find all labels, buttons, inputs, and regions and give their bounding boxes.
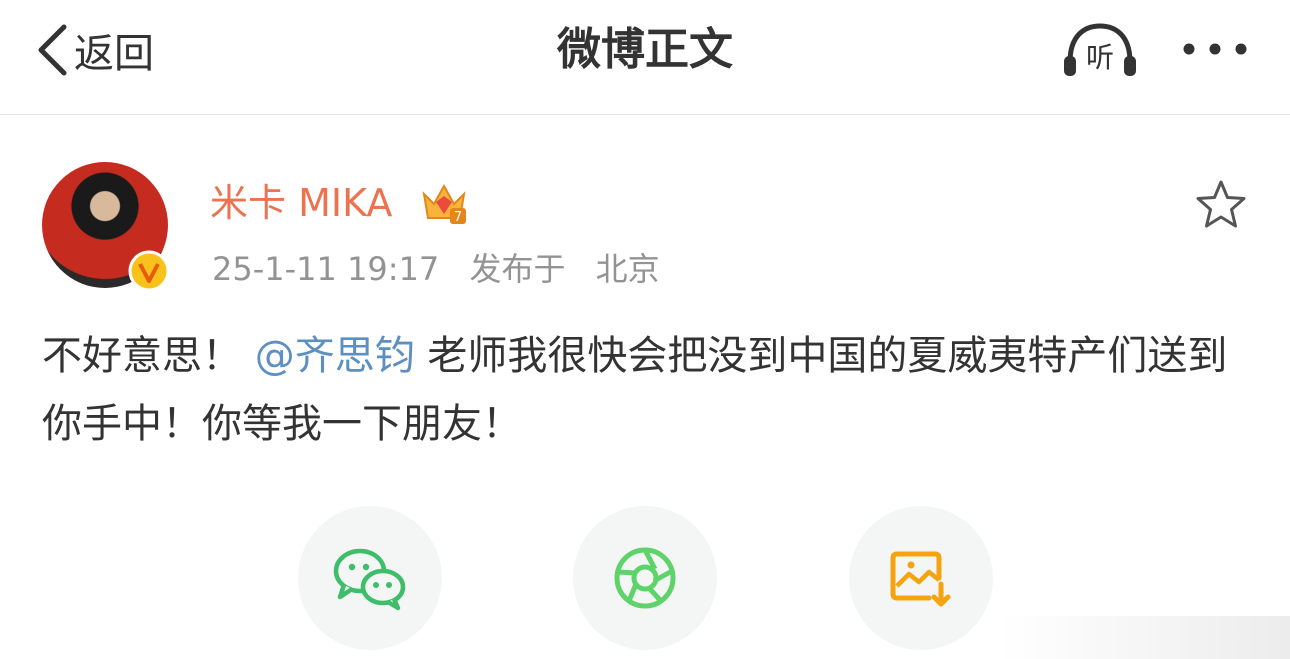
published-in-label: 发布于	[469, 250, 566, 288]
post-timestamp: 25-1-11 19:17	[212, 250, 440, 288]
save-image-button[interactable]	[849, 506, 993, 650]
more-dots-icon	[1183, 43, 1247, 55]
post-content: 不好意思！ @齐思钧 老师我很快会把没到中国的夏威夷特产们送到你手中！你等我一下…	[42, 322, 1252, 458]
content-text-start: 不好意思！	[42, 333, 242, 379]
listen-button[interactable]: 听	[1062, 22, 1138, 78]
post-location: 北京	[595, 250, 660, 288]
crown-member-icon: 7	[422, 183, 466, 225]
top-nav-bar: 返回 微博正文 听	[0, 0, 1290, 115]
moments-icon	[614, 547, 676, 609]
listen-label: 听	[1086, 41, 1114, 74]
mention-link[interactable]: @齐思钧	[255, 333, 415, 379]
verified-v-icon	[128, 250, 170, 292]
post-meta: 25-1-11 19:17 发布于 北京	[212, 244, 660, 290]
wechat-icon	[333, 548, 406, 611]
share-moments-button[interactable]	[573, 506, 717, 650]
crown-level: 7	[454, 210, 462, 225]
favorite-star-icon[interactable]	[1194, 178, 1248, 232]
share-wechat-button[interactable]	[298, 506, 442, 650]
author-name[interactable]: 米卡 MIKA	[210, 180, 392, 226]
headphones-icon: 听	[1064, 23, 1136, 76]
save-image-icon	[890, 551, 951, 607]
more-options-button[interactable]	[1180, 34, 1250, 64]
bottom-fade-overlay	[1000, 616, 1290, 659]
